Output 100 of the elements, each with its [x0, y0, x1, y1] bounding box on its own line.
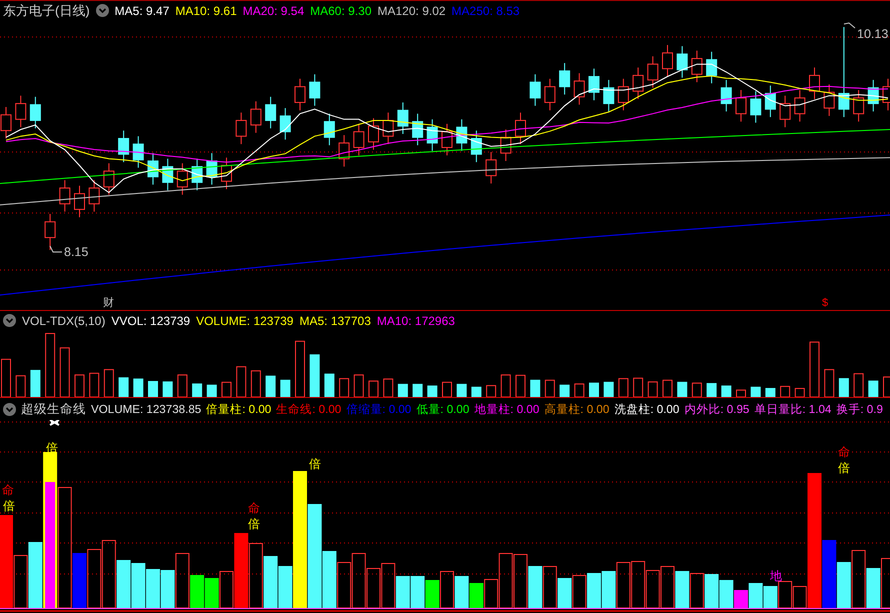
candlestick [382, 112, 394, 145]
candlestick [662, 44, 673, 78]
candlestick [176, 162, 188, 196]
candlestick [559, 62, 570, 96]
candlestick [368, 118, 379, 150]
candlestick [15, 95, 26, 128]
legend-value: 倍缩量: 0.00 [346, 402, 412, 416]
signal-marker: 命 [248, 502, 260, 514]
candlestick [853, 90, 864, 122]
legend-value: MA120: 9.02 [378, 4, 446, 18]
candlestick [74, 185, 85, 218]
candlestick [148, 152, 158, 186]
legend-value: MA20: 9.54 [242, 4, 304, 18]
candlestick [280, 108, 291, 140]
candlestick [764, 85, 776, 118]
candlestick [720, 79, 732, 112]
candlestick [706, 51, 718, 84]
dropdown-icon[interactable] [3, 402, 16, 416]
candlestick [603, 79, 614, 112]
legend-value: MA60: 9.30 [310, 4, 372, 18]
candlestick [574, 72, 585, 106]
legend-value: MA250: 8.53 [452, 4, 520, 18]
signal-marker: 地 [770, 570, 782, 582]
signal-marker: 命 [838, 446, 850, 458]
candlestick [794, 90, 806, 122]
candlestick [118, 130, 130, 163]
legend-value: MA10: 9.61 [175, 4, 237, 18]
candlestick [515, 112, 526, 145]
candlestick [486, 151, 497, 184]
signal-marker: 倍 [248, 518, 260, 530]
legend-value: 洗盘柱: 0.00 [614, 402, 680, 416]
candlestick [442, 123, 452, 156]
legend-value: VOLUME: 123738.85 [91, 402, 202, 416]
legend-value: VVOL: 123739 [111, 314, 190, 328]
candlestick [294, 78, 306, 111]
candlestick [309, 74, 320, 106]
candlestick [324, 113, 335, 146]
dropdown-icon[interactable] [3, 314, 16, 327]
leader-line [844, 22, 856, 28]
indicator-name: 超级生命线 [21, 400, 86, 418]
candlestick [412, 113, 424, 146]
candlestick [338, 134, 350, 168]
candlestick [500, 128, 512, 162]
candlestick [868, 79, 879, 112]
candlestick [618, 78, 629, 111]
candlestick [265, 96, 276, 129]
signal-marker: 倍 [3, 500, 15, 512]
candlestick [250, 100, 262, 134]
candlestick [647, 56, 658, 88]
candlestick [780, 95, 791, 128]
low-price-label: 8.15 [64, 246, 88, 258]
candlestick [456, 118, 468, 152]
legend-value: MA5: 9.47 [114, 4, 170, 18]
candlestick [470, 130, 482, 163]
candlestick [544, 78, 556, 111]
cross-mark-icon [49, 420, 60, 426]
candlestick [353, 123, 364, 156]
candlestick [750, 90, 762, 124]
legend-value: 倍量柱: 0.00 [206, 402, 272, 416]
legend-value: MA5: 137703 [299, 314, 371, 328]
candlestick [192, 158, 203, 191]
candlestick [676, 46, 688, 78]
legend-value: 地量柱: 0.00 [474, 402, 540, 416]
legend-value: MA10: 172963 [376, 314, 455, 328]
candlestick [530, 74, 541, 106]
candlestick [88, 180, 100, 212]
legend-value: 低量: 0.00 [416, 402, 470, 416]
dropdown-icon[interactable] [96, 4, 109, 17]
event-marker: 财 [103, 298, 114, 309]
candlestick [221, 157, 232, 190]
indicator-name: VOL-TDX(5,10) [22, 314, 106, 328]
candlestick [632, 67, 644, 100]
candlestick [59, 180, 70, 212]
candlestick [426, 118, 438, 152]
candlestick [691, 50, 702, 83]
signal-marker: 倍 [838, 462, 850, 474]
candlestick [736, 90, 746, 122]
event-marker: $ [822, 298, 828, 309]
candlestick [824, 84, 835, 116]
legend-value: 内外比: 0.95 [684, 402, 750, 416]
stock-title: 东方电子(日线) [3, 2, 90, 20]
candlestick [162, 158, 174, 191]
legend-value: 换手: 0.9 [836, 402, 883, 416]
legend-value: VOLUME: 123739 [196, 314, 294, 328]
candlestick [132, 136, 144, 168]
candlestick [206, 152, 218, 186]
leader-line [50, 246, 62, 252]
candlestick [236, 112, 247, 145]
candlestick [588, 68, 600, 101]
signal-marker: 命 [2, 484, 14, 496]
legend-value: 单日量比: 1.04 [754, 402, 832, 416]
candlestick [103, 162, 114, 196]
high-price-label: 10.13 [857, 28, 888, 40]
legend-value: 高量柱: 0.00 [544, 402, 610, 416]
signal-marker: 倍 [309, 458, 321, 470]
legend-value: 生命线: 0.00 [276, 402, 342, 416]
candlestick [397, 102, 408, 134]
candlestick [44, 213, 56, 250]
candlestick [30, 96, 41, 129]
candlestick [809, 67, 820, 100]
